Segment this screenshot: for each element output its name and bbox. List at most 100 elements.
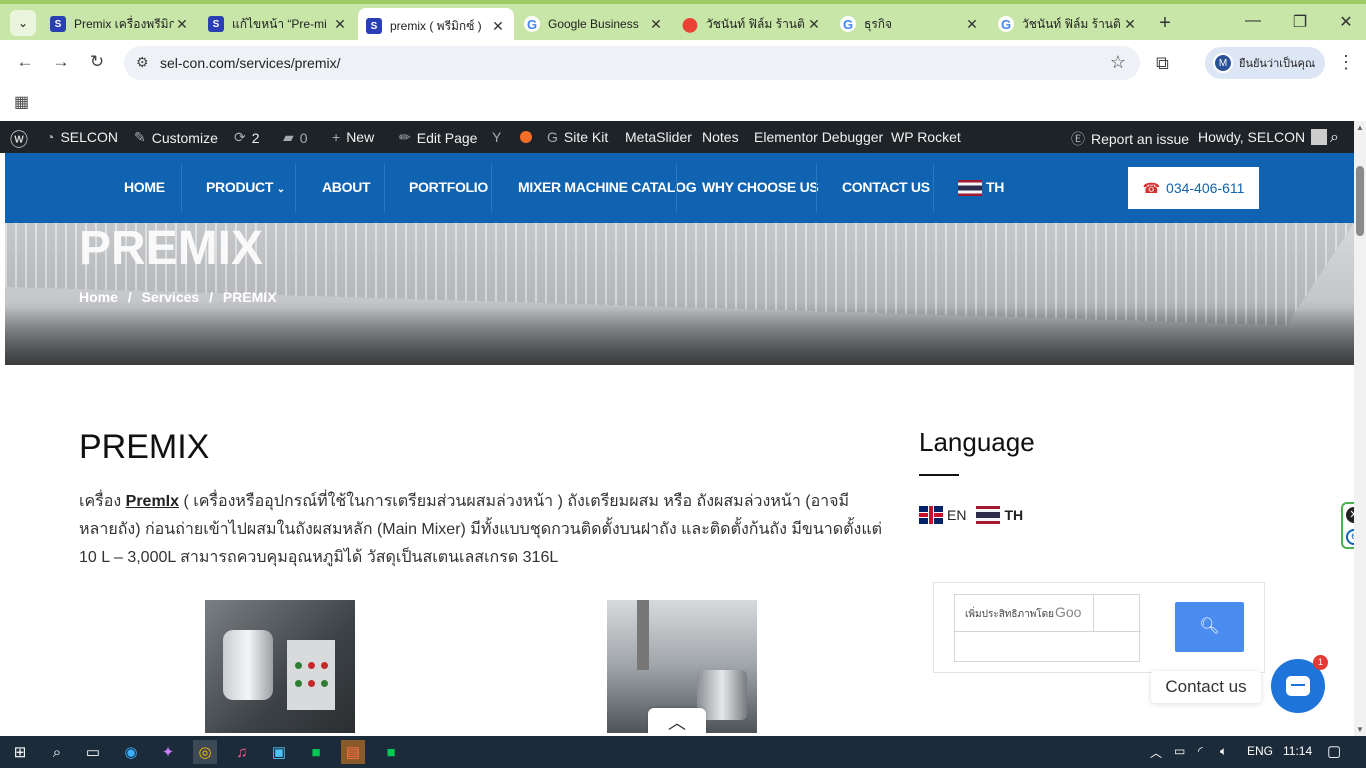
nav-home[interactable]: HOME: [124, 153, 165, 223]
scroll-up-arrow-icon[interactable]: ▲: [1354, 123, 1366, 132]
apps-grid-icon[interactable]: ▦: [14, 92, 29, 112]
close-icon[interactable]: ✕: [648, 16, 664, 33]
task-view-icon[interactable]: ▭: [81, 740, 105, 764]
premix-tank-photo[interactable]: [205, 600, 355, 733]
browser-tab[interactable]: S Premix เครื่องพรีมิก ✕: [42, 8, 198, 40]
admin-account-menu[interactable]: Howdy, SELCON: [1198, 129, 1328, 145]
contact-us-label[interactable]: Contact us: [1151, 671, 1261, 703]
close-icon[interactable]: ✕: [174, 16, 190, 33]
search-icon[interactable]: ⌕: [45, 740, 69, 764]
browser-tab[interactable]: ⬤ วัชนันท์ ฟิล์ม ร้านติ ✕: [674, 8, 830, 40]
windows-start-icon[interactable]: ⊞: [8, 740, 32, 764]
bookmark-star-icon[interactable]: ☆: [1110, 52, 1126, 73]
close-icon[interactable]: ✕: [964, 16, 980, 33]
search-button[interactable]: 🔍︎: [1175, 602, 1244, 652]
nav-contact-us[interactable]: CONTACT US: [842, 153, 930, 223]
bookmarks-bar: ▦: [0, 86, 1366, 116]
search-input[interactable]: เพิ่มประสิทธิภาพโดย Goo: [954, 594, 1141, 662]
itunes-icon[interactable]: ♫: [230, 740, 254, 764]
chrome-icon[interactable]: ◎: [193, 740, 217, 764]
google-search-widget: เพิ่มประสิทธิภาพโดย Goo 🔍︎: [933, 582, 1265, 673]
vertical-scrollbar[interactable]: ▲ ▼: [1354, 121, 1366, 736]
browser-tab[interactable]: G วัชนันท์ ฟิล์ม ร้านติ ✕: [990, 8, 1146, 40]
close-icon[interactable]: ✕: [806, 16, 822, 33]
admin-report-issue-link[interactable]: Ⓔ Report an issue: [1071, 129, 1189, 149]
forward-arrow-icon[interactable]: →: [49, 52, 73, 72]
chevron-up-icon[interactable]: ︿: [648, 708, 706, 736]
line-app-icon[interactable]: ■: [379, 740, 403, 764]
nav-mixer-catalog[interactable]: MIXER MACHINE CATALOG: [518, 153, 697, 223]
premix-link[interactable]: PremIx: [126, 493, 179, 510]
admin-site-kit-link[interactable]: G Site Kit: [547, 129, 608, 145]
new-tab-plus-icon[interactable]: +: [1153, 12, 1177, 35]
wordpress-logo-icon[interactable]: ⓦ: [10, 129, 28, 152]
admin-wp-rocket-link[interactable]: WP Rocket: [891, 129, 961, 145]
close-icon[interactable]: ✕: [1122, 16, 1138, 33]
scrollbar-thumb[interactable]: [1356, 166, 1364, 236]
wifi-icon[interactable]: ◜: [1198, 744, 1203, 758]
notifications-icon[interactable]: ▢: [1327, 742, 1341, 760]
admin-metaslider-link[interactable]: MetaSlider: [625, 129, 692, 145]
nav-portfolio[interactable]: PORTFOLIO: [409, 153, 488, 223]
browser-menu-icon[interactable]: ⋮: [1337, 52, 1355, 73]
remote-desktop-icon[interactable]: ▣: [267, 740, 291, 764]
tray-chevron-up-icon[interactable]: ︿: [1150, 744, 1162, 761]
selcon-favicon-icon: S: [50, 16, 66, 32]
tab-title: Google Business: [548, 17, 639, 31]
tab-title: วัชนันท์ ฟิล์ม ร้านติ: [706, 16, 805, 31]
extensions-puzzle-icon[interactable]: ⧉: [1156, 53, 1169, 74]
page-description: เครื่อง PremIx ( เครื่องหรืออุปกรณ์ที่ใช…: [79, 493, 883, 566]
address-bar[interactable]: ⚙ sel-con.com/services/premix/ ☆: [124, 46, 1140, 80]
admin-search-icon[interactable]: ⌕: [1330, 129, 1339, 147]
browser-tab[interactable]: G ธุรกิจ ✕: [832, 8, 988, 40]
lang-en-link[interactable]: EN: [947, 507, 966, 523]
close-icon[interactable]: ✕: [490, 18, 506, 35]
breadcrumb-services[interactable]: Services: [142, 289, 200, 305]
close-icon[interactable]: ✕: [332, 16, 348, 33]
browser-tab[interactable]: G Google Business ✕: [516, 8, 672, 40]
admin-comments-link[interactable]: ▰ 0: [283, 129, 308, 146]
thai-flag-icon[interactable]: [976, 506, 1001, 524]
clock[interactable]: 11:14: [1283, 744, 1312, 758]
scroll-down-arrow-icon[interactable]: ▼: [1354, 725, 1366, 734]
copilot-icon[interactable]: ✦: [156, 740, 180, 764]
window-close-icon[interactable]: ✕: [1331, 12, 1361, 32]
nav-about[interactable]: ABOUT: [322, 153, 371, 223]
url-text[interactable]: sel-con.com/services/premix/: [160, 55, 341, 71]
profile-label: ยืนยันว่าเป็นคุณ: [1239, 58, 1316, 70]
app-window-icon[interactable]: ▤: [341, 740, 365, 764]
restore-icon[interactable]: ❐: [1285, 12, 1315, 32]
tab-search-dropdown[interactable]: ⌄: [10, 10, 36, 36]
admin-elementor-debugger-link[interactable]: Elementor Debugger: [754, 129, 883, 145]
reload-icon[interactable]: ↻: [85, 52, 109, 72]
browser-tab-active[interactable]: S premix ( พรีมิกซ์ ) ✕: [358, 8, 514, 44]
yoast-icon[interactable]: Y: [492, 129, 507, 145]
profile-chip[interactable]: M ยืนยันว่าเป็นคุณ: [1205, 47, 1325, 79]
site-info-icon[interactable]: ⚙: [136, 54, 149, 71]
edge-browser-icon[interactable]: ◉: [119, 740, 143, 764]
uk-flag-icon[interactable]: [919, 506, 943, 524]
avatar: M: [1213, 53, 1233, 73]
line-app-icon[interactable]: ■: [304, 740, 328, 764]
battery-icon[interactable]: ▭: [1174, 744, 1185, 758]
admin-notes-link[interactable]: Notes: [702, 129, 739, 145]
lang-th-link[interactable]: TH: [1004, 507, 1023, 523]
input-language[interactable]: ENG: [1247, 744, 1273, 758]
nav-language-th[interactable]: TH: [958, 153, 1004, 223]
nav-product[interactable]: PRODUCT ⌄: [206, 153, 285, 223]
nav-why-choose-us[interactable]: WHY CHOOSE US: [702, 153, 819, 223]
minimize-icon[interactable]: —: [1238, 12, 1268, 30]
google-g-icon: G: [547, 129, 558, 145]
breadcrumb-home[interactable]: Home: [79, 289, 118, 305]
admin-edit-page-link[interactable]: ✏ Edit Page: [399, 129, 477, 146]
admin-updates-link[interactable]: ⟳ 2: [234, 129, 260, 146]
updates-icon: ⟳: [234, 129, 246, 145]
admin-customize-link[interactable]: ✎ Customize: [134, 129, 218, 146]
admin-new-link[interactable]: + New: [332, 129, 374, 145]
back-arrow-icon[interactable]: ←: [13, 52, 37, 72]
phone-button[interactable]: ☎ 034-406-611: [1128, 167, 1259, 209]
admin-site-link[interactable]: ◔ SELCON: [46, 129, 118, 145]
browser-tab[interactable]: S แก้ไขหน้า “Pre-mi ✕: [200, 8, 356, 40]
volume-icon[interactable]: 🔈︎: [1220, 744, 1227, 759]
plus-icon: +: [332, 129, 341, 145]
